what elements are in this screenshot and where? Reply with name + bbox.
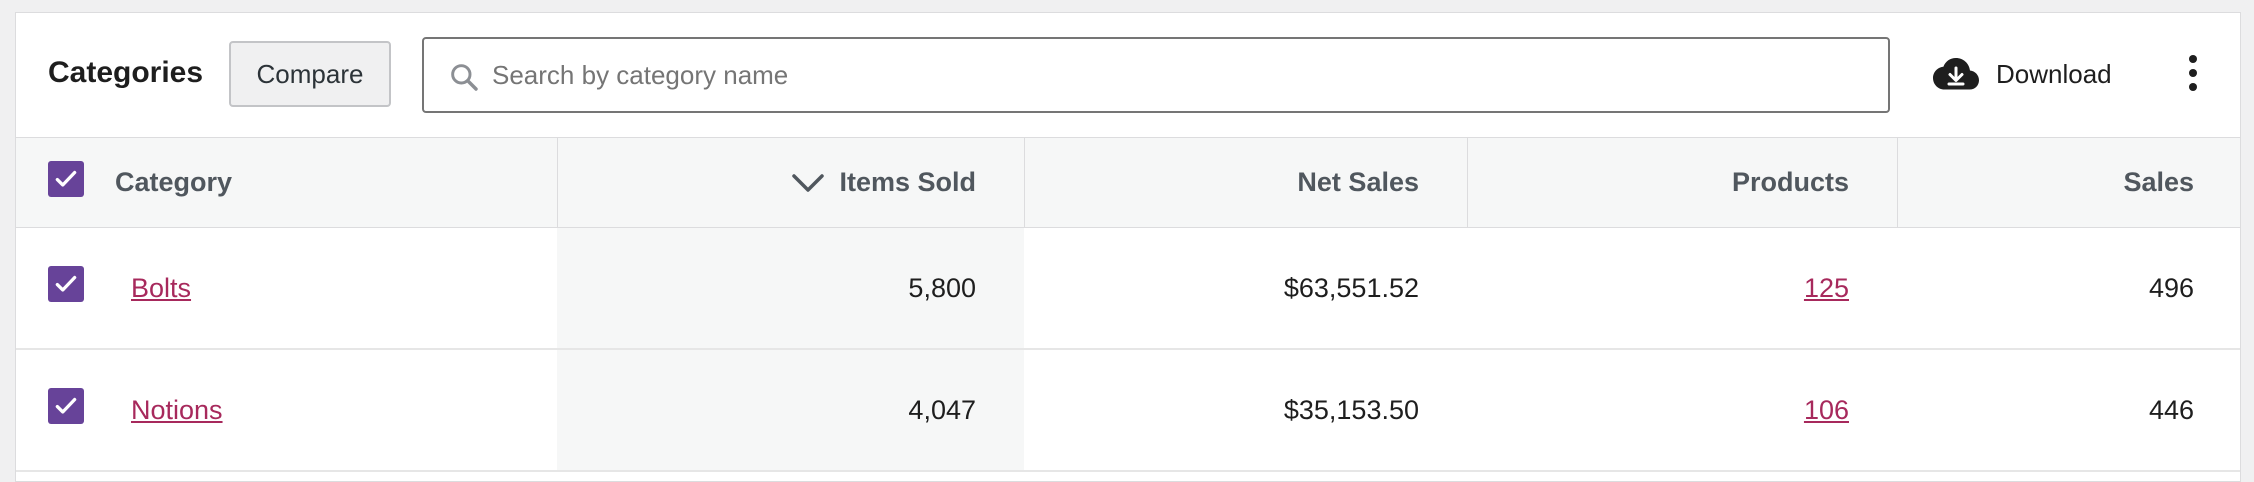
compare-button[interactable]: Compare	[229, 41, 391, 107]
cell-products: 125	[1467, 228, 1897, 348]
products-link[interactable]: 106	[1804, 395, 1849, 426]
cell-net-sales: $63,551.52	[1024, 228, 1467, 348]
column-label-products: Products	[1731, 167, 1849, 197]
chevron-down-icon	[792, 173, 825, 192]
table-header-row: Category Items Sold Net Sales Products S…	[16, 138, 2240, 228]
checkmark-icon	[55, 170, 77, 187]
categories-table: Category Items Sold Net Sales Products S…	[16, 138, 2240, 472]
column-label-category: Category	[115, 167, 233, 197]
items-sold-value: 4,047	[908, 394, 976, 425]
table-row: Bolts 5,800 $63,551.52 125 496	[16, 228, 2240, 350]
column-header-net-sales[interactable]: Net Sales	[1024, 138, 1467, 227]
row-checkbox[interactable]	[48, 388, 84, 424]
column-header-category: Category	[16, 138, 557, 227]
more-vertical-icon[interactable]	[2180, 43, 2206, 103]
column-header-products[interactable]: Products	[1467, 138, 1897, 227]
table-row: Notions 4,047 $35,153.50 106 446	[16, 350, 2240, 472]
category-link[interactable]: Bolts	[131, 273, 191, 304]
checkmark-icon	[55, 397, 77, 414]
cell-items-sold: 5,800	[557, 228, 1024, 348]
download-label: Download	[1996, 58, 2112, 89]
cell-category: Notions	[16, 350, 557, 470]
sales-value: 496	[2148, 272, 2194, 303]
products-link[interactable]: 125	[1804, 273, 1849, 304]
cloud-download-icon	[1933, 58, 1979, 90]
column-header-items-sold[interactable]: Items Sold	[557, 138, 1024, 227]
items-sold-value: 5,800	[908, 272, 976, 303]
cell-category: Bolts	[16, 228, 557, 348]
row-checkbox[interactable]	[48, 266, 84, 302]
download-button[interactable]: Download	[1932, 41, 2112, 107]
cell-net-sales: $35,153.50	[1024, 350, 1467, 470]
category-link[interactable]: Notions	[131, 395, 223, 426]
page-title: Categories	[48, 56, 204, 89]
net-sales-value: $63,551.52	[1283, 272, 1419, 303]
select-all-checkbox[interactable]	[48, 161, 84, 197]
column-label-items-sold: Items Sold	[839, 167, 976, 197]
checkmark-icon	[55, 275, 77, 292]
cell-sales: 496	[1897, 228, 2242, 348]
column-header-sales[interactable]: Sales	[1897, 138, 2242, 227]
cell-sales: 446	[1897, 350, 2242, 470]
search-box[interactable]	[422, 37, 1890, 113]
categories-card: Categories Compare Download	[15, 12, 2241, 482]
card-header: Categories Compare Download	[16, 13, 2240, 138]
net-sales-value: $35,153.50	[1283, 394, 1419, 425]
sales-value: 446	[2148, 394, 2194, 425]
search-icon	[451, 64, 478, 91]
cell-items-sold: 4,047	[557, 350, 1024, 470]
column-label-sales: Sales	[2123, 167, 2194, 197]
column-label-net-sales: Net Sales	[1297, 167, 1419, 197]
search-input[interactable]	[492, 41, 1872, 109]
cell-products: 106	[1467, 350, 1897, 470]
